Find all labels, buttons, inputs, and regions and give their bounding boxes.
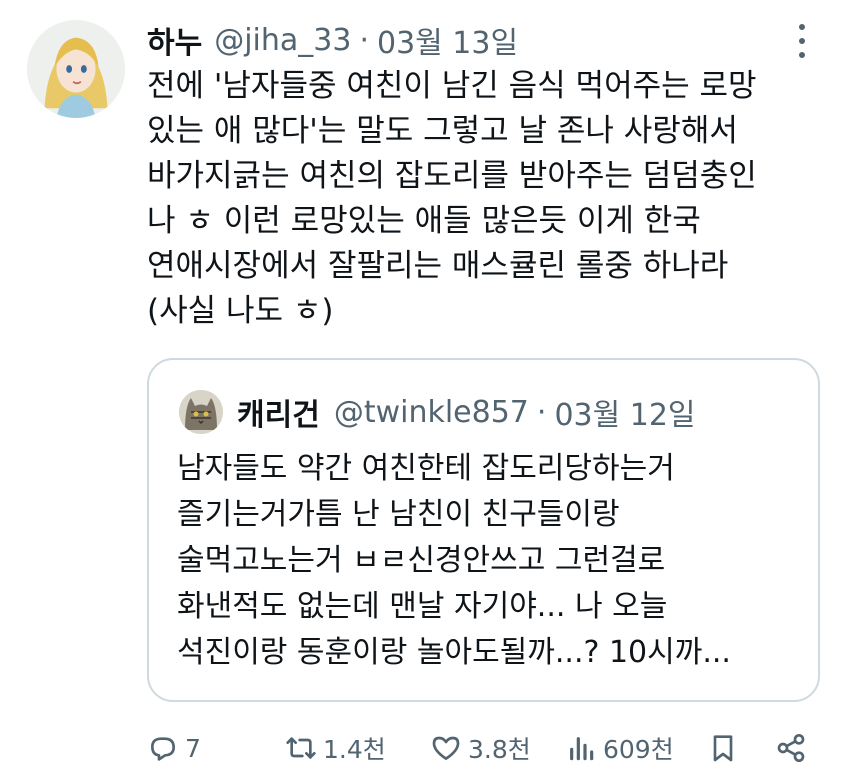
tweet-header: 하누 @jiha_33 · 03월 13일 [147, 18, 518, 62]
like-count: 3.8천 [468, 735, 531, 764]
tweet-text-line: 나 ㅎ 이런 로망있는 애들 많은듯 이게 한국 [147, 203, 701, 239]
share-icon [777, 734, 805, 762]
author-handle[interactable]: @jiha_33 [214, 23, 351, 58]
tweet-text-line: 전에 '남자들중 여친이 남긴 음식 먹어주는 로망 [147, 68, 757, 104]
author-name[interactable]: 하누 [147, 18, 202, 62]
like-button[interactable]: 3.8천 [430, 728, 531, 768]
quoted-tweet-header: 캐리건 @twinkle857 · 03월 12일 [179, 388, 696, 436]
bookmark-icon [713, 735, 733, 762]
tweet-text-line: 있는 애 많다'는 말도 그렇고 날 존나 사랑해서 [147, 113, 738, 149]
tweet-text: 전에 '남자들중 여친이 남긴 음식 먹어주는 로망 있는 애 많다'는 말도 … [147, 64, 827, 334]
tweet-text-line: (사실 나도 ㅎ) [147, 293, 334, 329]
heart-icon [432, 736, 460, 760]
share-button[interactable] [775, 728, 813, 768]
retweet-count: 1.4천 [323, 735, 386, 764]
quoted-author-name[interactable]: 캐리건 [237, 390, 320, 434]
avatar[interactable] [27, 20, 125, 118]
tweet: 하누 @jiha_33 · 03월 13일 전에 '남자들중 여친이 남긴 음식… [0, 0, 850, 783]
retweet-icon [286, 737, 316, 759]
quoted-tweet[interactable]: 캐리건 @twinkle857 · 03월 12일 남자들도 약간 여친한테 잡… [147, 358, 820, 702]
quoted-text-line: 석진이랑 동훈이랑 놀아도될까...? 10시까... [177, 635, 731, 670]
quoted-meta-separator: · [536, 394, 547, 430]
reply-count: 7 [185, 733, 201, 763]
quoted-tweet-date[interactable]: 03월 12일 [554, 390, 695, 434]
quoted-text-line: 즐기는거가틈 난 남친이 친구들이랑 [177, 497, 620, 532]
meta-separator: · [359, 22, 369, 58]
action-bar: 7 1.4천 3.8천 609천 [147, 728, 807, 768]
quoted-avatar [179, 390, 223, 434]
bookmark-button[interactable] [707, 728, 745, 768]
views-count: 609천 [603, 735, 674, 764]
quoted-text-line: 화낸적도 없는데 맨날 자기야... 나 오늘 [177, 589, 668, 624]
views-chart-icon [570, 737, 594, 761]
reply-button[interactable]: 7 [147, 728, 201, 768]
quoted-tweet-text: 남자들도 약간 여친한테 잡도리당하는거 즐기는거가틈 난 남친이 친구들이랑 … [177, 446, 797, 676]
quoted-text-line: 남자들도 약간 여친한테 잡도리당하는거 [177, 451, 675, 486]
views-button[interactable]: 609천 [565, 728, 674, 768]
tweet-text-line: 연애시장에서 잘팔리는 매스큘린 롤중 하나라 [147, 248, 729, 284]
retweet-button[interactable]: 1.4천 [285, 728, 386, 768]
quoted-text-line: 술먹고노는거 ㅂㄹ신경안쓰고 그런걸로 [177, 543, 666, 578]
reply-icon [151, 737, 175, 761]
tweet-text-line: 바가지긁는 여친의 잡도리를 받아주는 덤덤충인 [147, 158, 757, 194]
quoted-author-handle[interactable]: @twinkle857 [334, 395, 529, 430]
more-vertical-icon[interactable] [792, 24, 812, 58]
tweet-date[interactable]: 03월 13일 [377, 18, 518, 62]
